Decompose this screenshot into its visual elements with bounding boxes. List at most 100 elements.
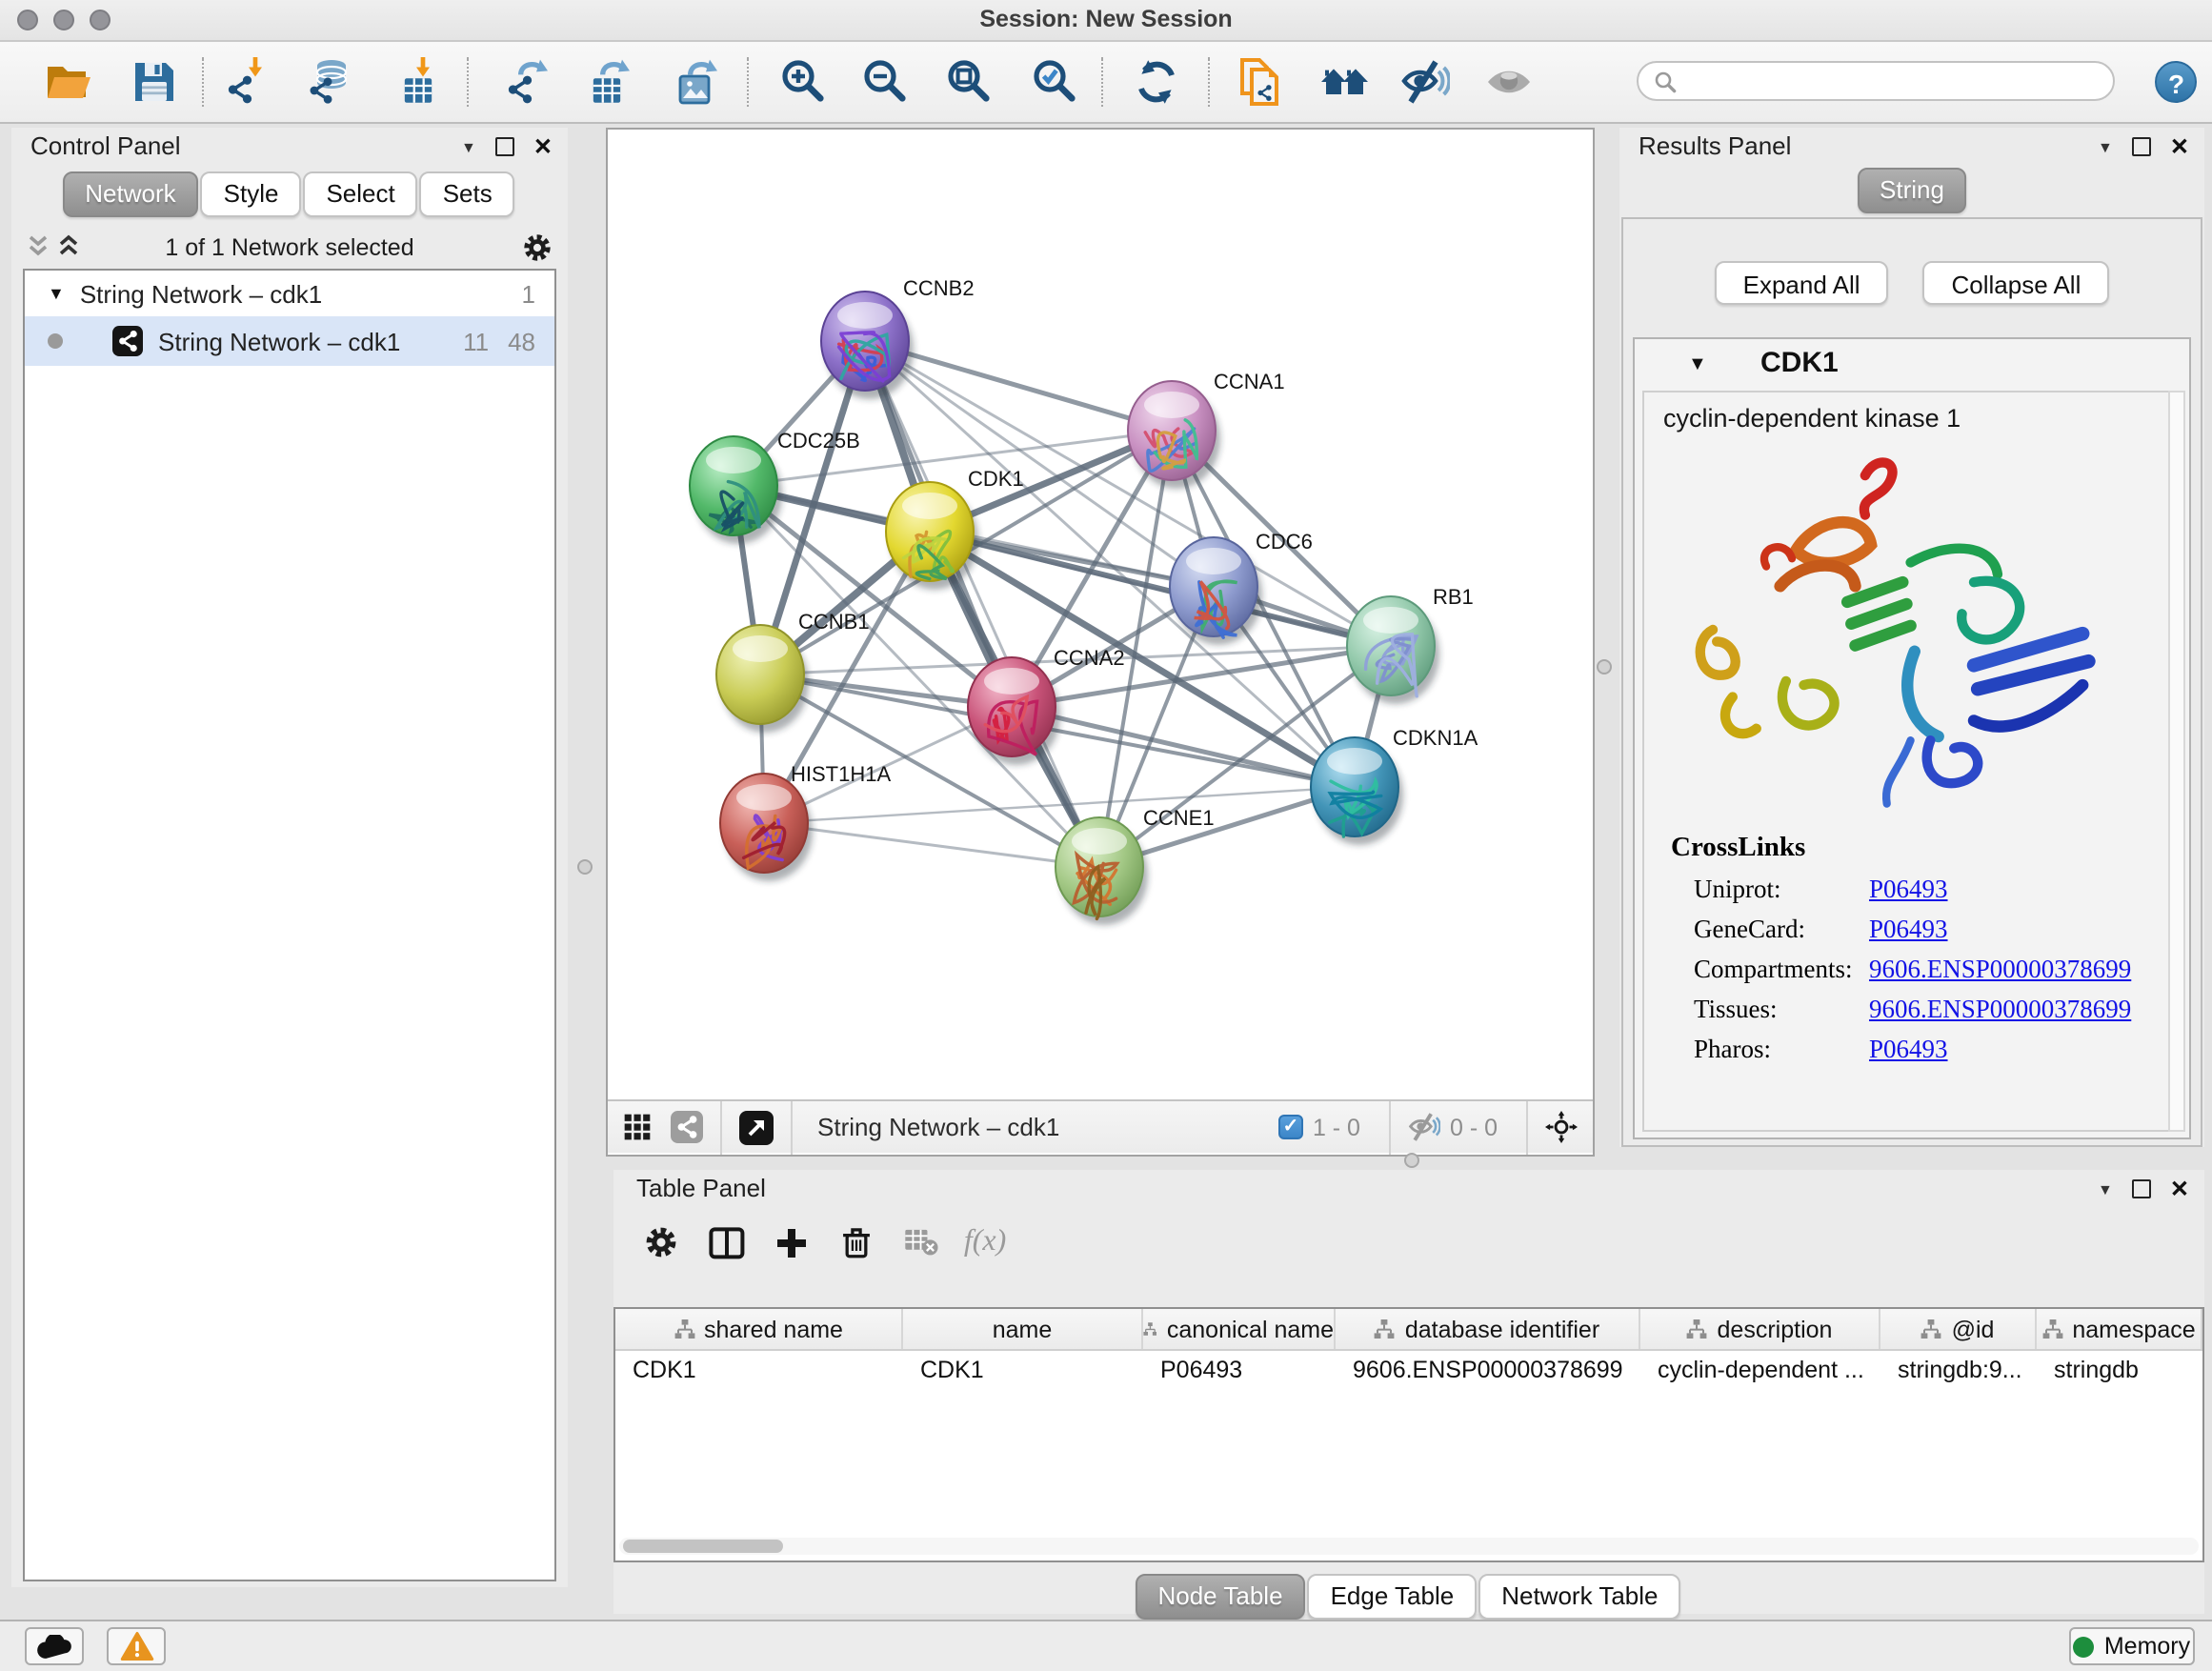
column-header-database-identifier[interactable]: database identifier — [1336, 1309, 1640, 1349]
export-table-button[interactable] — [581, 53, 638, 111]
zoom-fit-button[interactable] — [941, 53, 998, 111]
collection-expand-icon[interactable]: ▼ — [48, 284, 65, 303]
panel-float-icon[interactable] — [2132, 137, 2151, 156]
export-network-button[interactable] — [499, 53, 556, 111]
zoom-selected-button[interactable] — [1027, 53, 1084, 111]
network-node-ccna2[interactable]: CCNA2 — [968, 646, 1125, 765]
import-database-icon — [305, 57, 354, 107]
function-builder-button[interactable]: f(x) — [964, 1221, 1006, 1263]
right-splitter-handle[interactable] — [1597, 659, 1612, 674]
column-header-id[interactable]: @id — [1880, 1309, 2037, 1349]
create-column-button[interactable] — [770, 1221, 812, 1263]
collapse-all-button[interactable]: Collapse All — [1923, 261, 2110, 305]
show-all-button[interactable] — [1480, 53, 1538, 111]
network-row[interactable]: String Network – cdk1 11 48 — [25, 316, 554, 366]
table-options-button[interactable] — [640, 1221, 682, 1263]
column-header-name[interactable]: name — [903, 1309, 1143, 1349]
import-table-button[interactable] — [389, 53, 446, 111]
network-edge[interactable] — [764, 823, 1099, 867]
crosslink-label: Uniprot: — [1694, 875, 1869, 905]
tab-string[interactable]: String — [1857, 168, 1967, 213]
save-session-button[interactable] — [126, 53, 183, 111]
help-button[interactable] — [2155, 61, 2197, 103]
grid-view-icon[interactable] — [623, 1113, 652, 1141]
tab-network-table[interactable]: Network Table — [1478, 1574, 1680, 1620]
crosslink-uniprot[interactable]: P06493 — [1869, 875, 1948, 905]
column-header-canonical-name[interactable]: canonical name — [1143, 1309, 1336, 1349]
table-row[interactable]: CDK1 CDK1 P06493 9606.ENSP00000378699 cy… — [615, 1351, 2202, 1391]
cloud-button[interactable] — [25, 1627, 84, 1665]
birds-eye-view-icon[interactable] — [1545, 1111, 1578, 1143]
panel-float-icon[interactable] — [2132, 1179, 2151, 1198]
window-minimize-button[interactable] — [53, 10, 74, 30]
tab-sets[interactable]: Sets — [420, 171, 515, 217]
network-node-cdkn1a[interactable]: CDKN1A — [1311, 726, 1478, 845]
import-network-button[interactable] — [219, 53, 276, 111]
bottom-splitter-handle[interactable] — [1404, 1153, 1419, 1168]
column-header-namespace[interactable]: namespace — [2037, 1309, 2202, 1349]
network-node-cdk1[interactable]: CDK1 — [886, 467, 1024, 590]
crosslink-genecard[interactable]: P06493 — [1869, 915, 1948, 945]
memory-button[interactable]: Memory — [2069, 1627, 2195, 1665]
results-scrollbar[interactable] — [2168, 391, 2185, 1132]
hide-selected-button[interactable] — [1397, 53, 1454, 111]
panel-close-icon[interactable] — [2170, 135, 2189, 158]
network-node-hist1h1a[interactable]: HIST1H1A — [720, 762, 891, 881]
scrollbar-thumb[interactable] — [623, 1540, 783, 1553]
delete-column-button[interactable] — [835, 1221, 876, 1263]
network-from-document-button[interactable] — [1233, 53, 1290, 111]
panel-menu-icon[interactable] — [2098, 126, 2113, 168]
delete-table-button[interactable] — [899, 1221, 941, 1263]
open-session-button[interactable] — [40, 53, 97, 111]
network-edge[interactable] — [865, 341, 1099, 867]
crosslink-compartments[interactable]: 9606.ENSP00000378699 — [1869, 955, 2131, 985]
panel-close-icon[interactable] — [533, 135, 553, 158]
selected-checkbox-icon[interactable] — [1278, 1115, 1303, 1139]
network-node-ccnb2[interactable]: CCNB2 — [821, 276, 975, 399]
network-options-gear-icon[interactable] — [522, 232, 553, 263]
import-network-from-database-button[interactable] — [301, 53, 358, 111]
network-badge-gray-icon[interactable] — [671, 1111, 703, 1143]
zoom-in-button[interactable] — [775, 53, 833, 111]
tab-select[interactable]: Select — [303, 171, 417, 217]
warnings-button[interactable] — [107, 1627, 166, 1665]
panel-menu-icon[interactable] — [461, 126, 476, 168]
apply-layout-button[interactable] — [1128, 53, 1185, 111]
expand-all-button[interactable]: Expand All — [1715, 261, 1889, 305]
panel-float-icon[interactable] — [495, 137, 514, 156]
export-image-button[interactable] — [669, 53, 726, 111]
tab-style[interactable]: Style — [201, 171, 302, 217]
table-horizontal-scrollbar[interactable] — [619, 1538, 2199, 1555]
column-header-shared-name[interactable]: shared name — [615, 1309, 903, 1349]
network-node-ccne1[interactable]: CCNE1 — [1056, 806, 1215, 925]
detach-view-icon[interactable] — [739, 1110, 774, 1144]
tab-network[interactable]: Network — [62, 171, 198, 217]
selected-counts: 1 - 0 — [1313, 1114, 1360, 1140]
network-node-ccna1[interactable]: CCNA1 — [1128, 370, 1285, 489]
window-zoom-button[interactable] — [90, 10, 111, 30]
protein-collapse-icon[interactable]: ▼ — [1688, 354, 1707, 375]
crosslink-pharos[interactable]: P06493 — [1869, 1035, 1948, 1065]
network-graph[interactable]: CDK1CCNB1CCNB2CCNA1CCNA2CCNE1CDC25BCDC6C… — [608, 130, 1593, 1099]
crosslink-tissues[interactable]: 9606.ENSP00000378699 — [1869, 995, 2131, 1025]
network-edge[interactable] — [1012, 707, 1355, 787]
network-node-rb1[interactable]: RB1 — [1347, 585, 1474, 704]
network-collection-row[interactable]: ▼ String Network – cdk1 1 — [25, 271, 554, 316]
status-bar: Memory — [0, 1620, 2212, 1671]
left-splitter-handle[interactable] — [577, 859, 593, 875]
column-header-description[interactable]: description — [1640, 1309, 1880, 1349]
zoom-out-button[interactable] — [857, 53, 915, 111]
search-input[interactable] — [1686, 66, 2098, 96]
search-field[interactable] — [1637, 61, 2115, 101]
first-neighbors-button[interactable] — [1317, 53, 1374, 111]
tab-node-table[interactable]: Node Table — [1135, 1574, 1305, 1620]
show-columns-button[interactable] — [705, 1221, 747, 1263]
panel-menu-icon[interactable] — [2098, 1168, 2113, 1210]
network-list: ▼ String Network – cdk1 1 String Network… — [23, 269, 556, 1581]
window-close-button[interactable] — [17, 10, 38, 30]
eye-slash-icon — [1400, 57, 1450, 107]
panel-close-icon[interactable] — [2170, 1178, 2189, 1200]
network-node-cdc25b[interactable]: CDC25B — [690, 429, 860, 544]
tab-edge-table[interactable]: Edge Table — [1308, 1574, 1478, 1620]
import-network-icon — [223, 57, 272, 107]
